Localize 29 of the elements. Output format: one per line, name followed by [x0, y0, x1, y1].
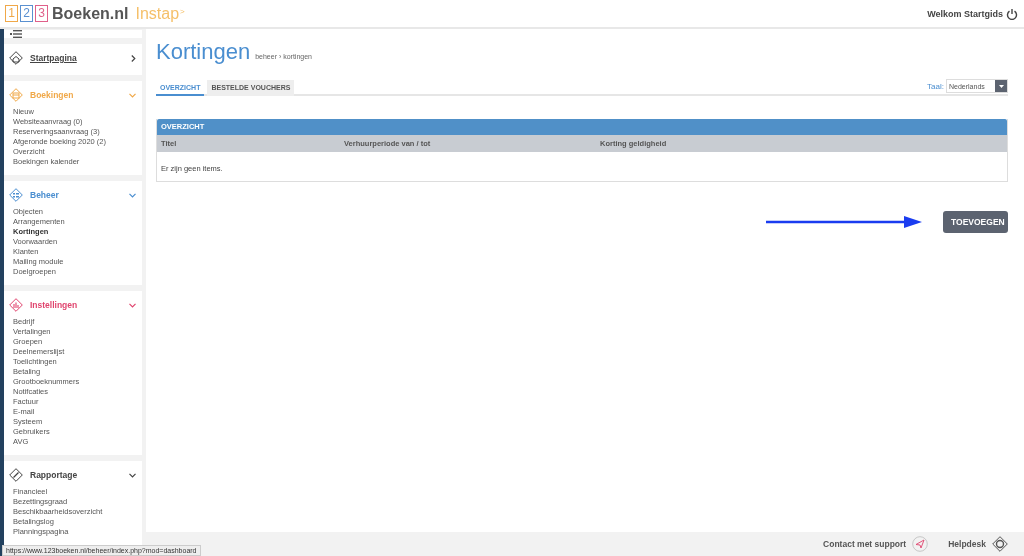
language-label: Taal: [927, 81, 944, 91]
section-header[interactable]: Instellingen [9, 296, 136, 314]
section-icon [9, 188, 23, 202]
menu-icon[interactable] [10, 30, 22, 38]
power-icon[interactable] [1006, 7, 1018, 20]
section-icon [9, 468, 23, 482]
welcome-text: Welkom Startgids [927, 8, 1003, 19]
chevron-down-icon[interactable] [129, 472, 136, 478]
chevron-down-icon[interactable] [129, 192, 136, 198]
section-header[interactable]: Beheer [9, 186, 136, 204]
section-icon [9, 88, 23, 102]
logo-digit: 3 [35, 5, 48, 22]
chevron-down-icon[interactable] [129, 302, 136, 308]
section-icon [9, 298, 23, 312]
logo-digit: 1 [5, 5, 18, 22]
logo-edition: Instap [135, 4, 180, 23]
logo-mark: > [180, 6, 185, 16]
lifebuoy-icon[interactable] [992, 536, 1008, 552]
page-title: Kortingen [156, 39, 251, 65]
chevron-right-icon[interactable] [131, 54, 136, 62]
footer-link[interactable]: Contact met support [823, 539, 907, 549]
logo-brand: Boeken.nl [52, 4, 129, 23]
logo-digit: 2 [20, 5, 33, 22]
section-header[interactable]: Rapportage [9, 466, 136, 484]
footer-link[interactable]: Helpdesk [948, 539, 986, 549]
add-button[interactable]: TOEVOEGEN [943, 211, 1008, 233]
paper-plane-icon[interactable] [912, 536, 929, 552]
caret-down-icon [998, 84, 1004, 88]
section-icon [9, 51, 23, 65]
